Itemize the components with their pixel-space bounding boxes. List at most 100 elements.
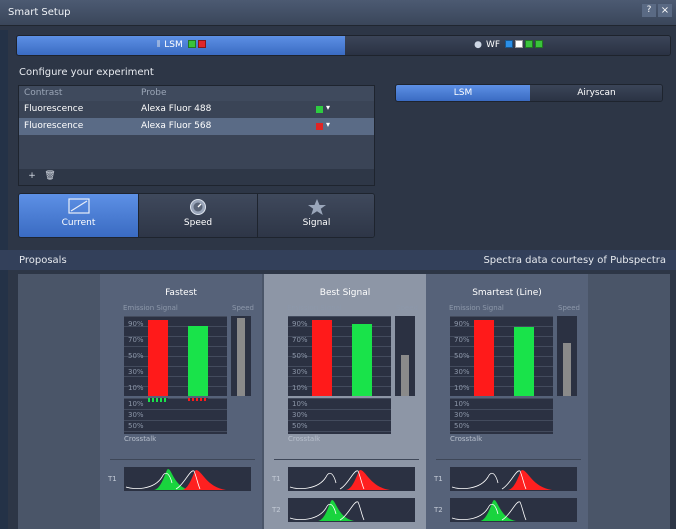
crosstalk-label: Crosstalk [450, 435, 483, 443]
tab-airyscan[interactable]: Airyscan [530, 85, 662, 101]
speed-plot [557, 316, 577, 396]
divider [436, 459, 581, 460]
spectrum-plot [450, 467, 577, 491]
track-label: T2 [272, 506, 281, 514]
tick-label: 50% [454, 422, 470, 430]
crosstalk-label: Crosstalk [124, 435, 157, 443]
star-icon [258, 194, 374, 218]
crosstalk-plot: 10% 30% 50% [288, 398, 391, 434]
emission-signal-label: Emission Signal [449, 304, 504, 312]
help-button[interactable]: ? [642, 4, 656, 17]
color-swatch[interactable] [316, 123, 323, 130]
tick-label: 30% [454, 411, 470, 419]
proposal-card[interactable]: Smartest (Line) Emission Signal Speed 90… [426, 274, 588, 529]
goal-speed-label: Speed [183, 218, 213, 228]
goal-signal-button[interactable]: Signal [257, 194, 374, 237]
gridline [124, 316, 227, 317]
chevron-down-icon[interactable]: ▾ [326, 120, 330, 129]
color-swatch [197, 40, 206, 48]
delete-dye-button[interactable]: 🗑 [43, 171, 57, 183]
gridline [288, 398, 391, 399]
gridline [288, 366, 391, 367]
proposal-title: Fastest [165, 288, 197, 298]
proposal-title: Smartest (Line) [472, 288, 542, 298]
detector-tabs: LSM Airyscan [395, 84, 663, 102]
crosstalk-label: Crosstalk [288, 435, 321, 443]
mode-tab-lsm[interactable]: ⦀ LSM [17, 36, 345, 55]
emission-plot: 90% 70% 50% 30% 10% [450, 316, 553, 396]
camera-icon: ● [474, 40, 482, 50]
mode-selector: ⦀ LSM ● WF [16, 35, 671, 56]
speed-label: Speed [396, 304, 418, 312]
add-dye-button[interactable]: + [25, 171, 39, 183]
spectra-credit: Spectra data courtesy of Pubspectra [483, 255, 666, 266]
table-row[interactable]: Fluorescence Alexa Fluor 568 ▾ [19, 118, 374, 135]
tick-label: 70% [292, 336, 308, 344]
emission-signal-label: Emission Signal [287, 304, 342, 312]
spectrum-plot [288, 498, 415, 522]
proposal-title: Best Signal [319, 288, 371, 298]
close-button[interactable]: × [658, 4, 672, 17]
configure-heading: Configure your experiment [19, 67, 154, 78]
tick-label: 10% [454, 400, 470, 408]
emission-plot: 90% 70% 50% 30% 10% [124, 316, 227, 396]
speed-plot [395, 316, 415, 396]
spectrum-plot [288, 467, 415, 491]
gridline [124, 409, 227, 410]
tick-label: 90% [454, 320, 470, 328]
color-swatch [504, 40, 513, 48]
tick-label: 90% [292, 320, 308, 328]
table-row[interactable]: Fluorescence Alexa Fluor 488 ▾ [19, 101, 374, 118]
proposals-panel: Fastest Emission Signal Speed 90% 70% 50% 3… [18, 274, 670, 529]
gridline [288, 420, 391, 421]
emission-plot: 90% 70% 50% 30% 10% [288, 316, 391, 396]
gridline [450, 398, 553, 399]
tick-label: 30% [292, 368, 308, 376]
green-signal-bar [514, 327, 534, 396]
gridline [288, 346, 391, 347]
tick-label: 30% [128, 411, 144, 419]
speed-icon [139, 194, 257, 218]
proposal-card[interactable]: Best Signal Emission Signal Speed 90% 70%… [264, 274, 426, 529]
gridline [450, 316, 553, 317]
gridline [450, 431, 553, 432]
crosstalk-plot: 10% 30% 50% [124, 398, 227, 434]
crosstalk-red-bar [188, 398, 208, 401]
speed-label: Speed [558, 304, 580, 312]
proposals-header: Proposals Spectra data courtesy of Pubsp… [0, 250, 676, 270]
green-signal-bar [188, 325, 208, 396]
speed-bar [237, 318, 245, 396]
row-contrast: Fluorescence [24, 121, 84, 131]
speed-plot [231, 316, 251, 396]
tick-label: 10% [292, 400, 308, 408]
color-swatch[interactable] [316, 106, 323, 113]
mode-tab-wf[interactable]: ● WF [345, 36, 670, 55]
gridline [124, 420, 227, 421]
tick-label: 30% [128, 368, 144, 376]
gridline [450, 366, 553, 367]
gridline [288, 376, 391, 377]
speed-label: Speed [232, 304, 254, 312]
track-label: T1 [272, 475, 281, 483]
red-signal-bar [312, 319, 332, 396]
window-title: Smart Setup [8, 7, 71, 18]
tick-label: 90% [128, 320, 144, 328]
gridline [124, 431, 227, 432]
chevron-down-icon[interactable]: ▾ [326, 103, 330, 112]
gridline [288, 409, 391, 410]
proposal-card[interactable]: Fastest Emission Signal Speed 90% 70% 50% 3… [100, 274, 262, 529]
speed-bar [563, 342, 571, 396]
tick-label: 30% [292, 411, 308, 419]
tick-label: 50% [292, 352, 308, 360]
goal-speed-button[interactable]: Speed [138, 194, 257, 237]
goal-current-button[interactable]: Current [19, 194, 138, 237]
track-label: T1 [108, 475, 117, 483]
tick-label: 10% [292, 384, 308, 392]
mode-lsm-label: LSM [164, 40, 183, 50]
red-signal-bar [474, 319, 494, 396]
tick-label: 50% [292, 422, 308, 430]
header-contrast: Contrast [24, 88, 63, 98]
gridline [124, 346, 227, 347]
tab-lsm[interactable]: LSM [396, 85, 530, 101]
row-probe: Alexa Fluor 568 [141, 121, 212, 131]
